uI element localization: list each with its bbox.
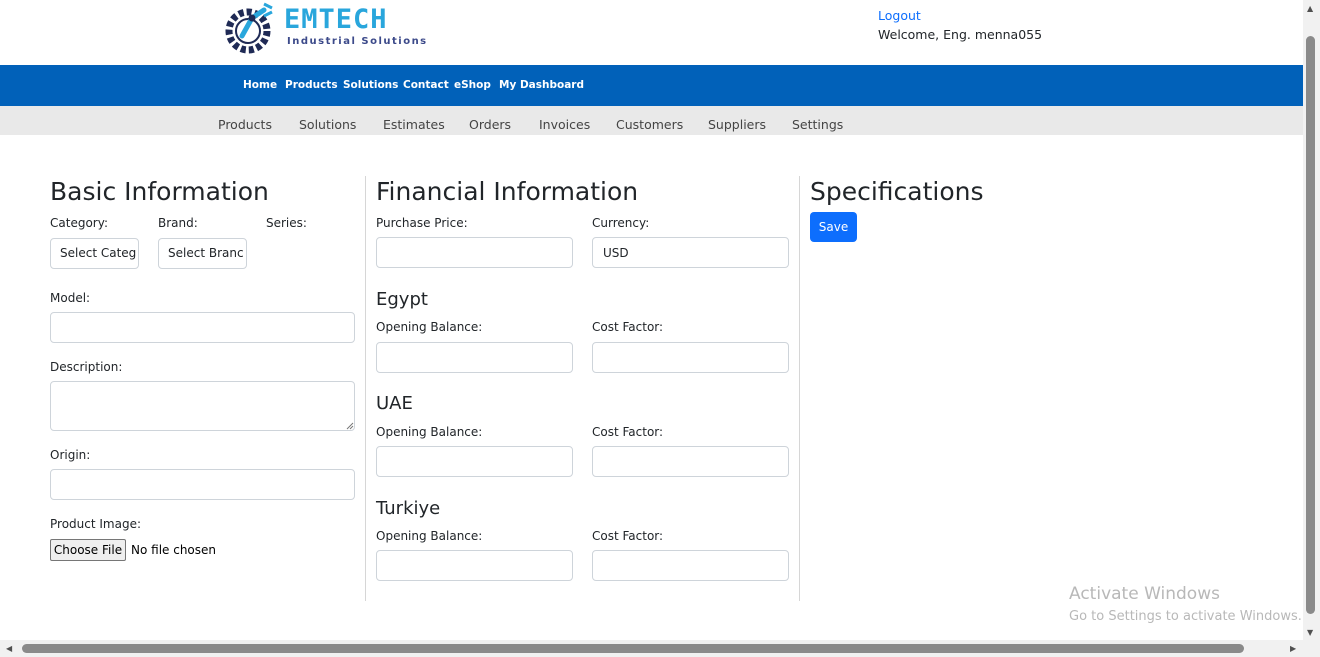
egypt-cost-label: Cost Factor: — [592, 320, 664, 334]
column-divider — [799, 176, 800, 601]
origin-input[interactable] — [50, 469, 355, 500]
gear-robot-arm-icon — [225, 2, 273, 54]
uae-cost-input[interactable] — [592, 446, 789, 477]
turkiye-opening-label: Opening Balance: — [376, 529, 483, 543]
egypt-cost-input[interactable] — [592, 342, 789, 373]
series-label: Series: — [266, 216, 307, 230]
subnav-invoices[interactable]: Invoices — [539, 117, 590, 132]
brand-label: Brand: — [158, 216, 198, 230]
purchase-price-input[interactable] — [376, 237, 573, 268]
logo-wordmark: EMTECH — [284, 4, 388, 35]
scroll-down-arrow-icon[interactable]: ▼ — [1307, 628, 1313, 637]
subnav-customers[interactable]: Customers — [616, 117, 683, 132]
currency-label: Currency: — [592, 216, 650, 230]
vertical-scroll-thumb[interactable] — [1306, 36, 1315, 614]
subnav-estimates[interactable]: Estimates — [383, 117, 445, 132]
nav-home[interactable]: Home — [243, 79, 277, 91]
currency-input[interactable] — [592, 237, 789, 268]
activate-windows-hint: Go to Settings to activate Windows. — [1069, 609, 1302, 624]
region-uae-heading: UAE — [376, 393, 413, 414]
welcome-text: Welcome, Eng. menna055 — [878, 27, 1043, 42]
subnav-orders[interactable]: Orders — [469, 117, 511, 132]
choose-file-button[interactable]: Choose File — [50, 539, 126, 561]
turkiye-cost-label: Cost Factor: — [592, 529, 664, 543]
uae-opening-input[interactable] — [376, 446, 573, 477]
model-label: Model: — [50, 291, 91, 305]
horizontal-scroll-thumb[interactable] — [22, 644, 1244, 653]
turkiye-cost-input[interactable] — [592, 550, 789, 581]
dashboard-subnav: Products Solutions Estimates Orders Invo… — [0, 106, 1303, 135]
scroll-up-arrow-icon[interactable]: ▲ — [1307, 4, 1313, 13]
uae-cost-label: Cost Factor: — [592, 425, 664, 439]
nav-eshop[interactable]: eShop — [454, 79, 491, 91]
subnav-suppliers[interactable]: Suppliers — [708, 117, 766, 132]
turkiye-opening-input[interactable] — [376, 550, 573, 581]
egypt-opening-input[interactable] — [376, 342, 573, 373]
description-label: Description: — [50, 360, 123, 374]
category-label: Category: — [50, 216, 108, 230]
product-image-label: Product Image: — [50, 517, 142, 531]
emtech-logo[interactable]: EMTECH Industrial Solutions — [222, 0, 432, 58]
nav-solutions[interactable]: Solutions — [343, 79, 398, 91]
save-button[interactable]: Save — [810, 212, 857, 242]
uae-opening-label: Opening Balance: — [376, 425, 483, 439]
nav-products[interactable]: Products — [285, 79, 338, 91]
category-select[interactable]: Select Categ — [50, 238, 139, 269]
basic-info-heading: Basic Information — [50, 177, 269, 206]
main-navbar: Home Products Solutions Contact eShop My… — [0, 65, 1303, 106]
logout-link[interactable]: Logout — [878, 8, 921, 23]
scroll-right-arrow-icon[interactable]: ▶ — [1290, 644, 1296, 653]
description-textarea[interactable] — [50, 381, 355, 431]
region-turkiye-heading: Turkiye — [376, 498, 441, 519]
origin-label: Origin: — [50, 448, 91, 462]
description-wrapper — [50, 381, 355, 431]
scroll-left-arrow-icon[interactable]: ◀ — [6, 644, 12, 653]
subnav-settings[interactable]: Settings — [792, 117, 843, 132]
specifications-heading: Specifications — [810, 177, 984, 206]
purchase-price-label: Purchase Price: — [376, 216, 468, 230]
activate-windows-title: Activate Windows — [1069, 584, 1220, 604]
column-divider — [365, 176, 366, 601]
egypt-opening-label: Opening Balance: — [376, 320, 483, 334]
model-input[interactable] — [50, 312, 355, 343]
nav-contact[interactable]: Contact — [403, 79, 449, 91]
no-file-text: No file chosen — [131, 543, 217, 557]
resize-grip-icon[interactable] — [346, 422, 354, 430]
logo-subtitle: Industrial Solutions — [287, 36, 428, 47]
subnav-products[interactable]: Products — [218, 117, 272, 132]
subnav-solutions[interactable]: Solutions — [299, 117, 356, 132]
brand-select[interactable]: Select Branc — [158, 238, 247, 269]
financial-info-heading: Financial Information — [376, 177, 639, 206]
nav-my-dashboard[interactable]: My Dashboard — [499, 79, 584, 91]
site-header: EMTECH Industrial Solutions Logout Welco… — [0, 0, 1303, 65]
region-egypt-heading: Egypt — [376, 289, 428, 310]
